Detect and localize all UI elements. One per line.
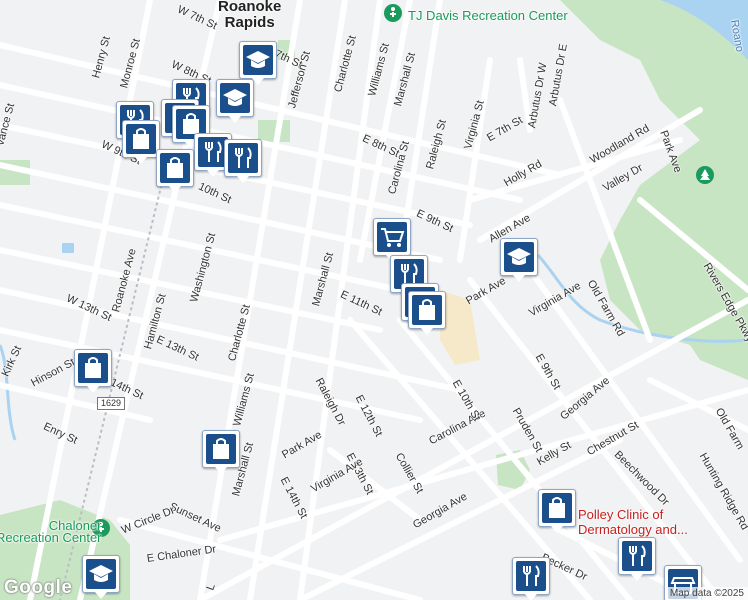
map-attribution[interactable]: Map data ©2025 [665, 587, 748, 600]
fork-knife-icon[interactable] [618, 537, 656, 581]
fork-knife-icon[interactable] [224, 139, 262, 183]
graduation-cap-icon[interactable] [216, 79, 254, 123]
tj-davis-label[interactable]: TJ Davis Recreation Center [408, 9, 568, 22]
shopping-cart-icon[interactable] [373, 218, 411, 262]
polley-label-line-1: Polley Clinic of [578, 507, 664, 522]
shopping-bag-icon[interactable] [74, 349, 112, 393]
city-label-line-2: Rapids [224, 14, 275, 31]
graduation-cap-icon[interactable] [500, 238, 538, 282]
route-shield: 1629 [97, 397, 126, 410]
polley-label-line-2: Dermatology and... [578, 522, 688, 537]
shopping-bag-icon[interactable] [156, 149, 194, 193]
fork-knife-icon[interactable] [512, 557, 550, 600]
park-icon[interactable] [696, 166, 714, 184]
map-canvas[interactable]: Roanoke Rapids TJ Davis Recreation Cente… [0, 0, 748, 600]
graduation-cap-icon[interactable] [82, 555, 120, 599]
shopping-bag-icon[interactable] [538, 489, 576, 533]
shopping-bag-icon[interactable] [408, 291, 446, 335]
shopping-bag-icon[interactable] [202, 430, 240, 474]
chaloner-label[interactable]: Chaloner Recreation Center [0, 519, 102, 544]
city-label: Roanoke Rapids [218, 0, 281, 31]
polley-clinic-label[interactable]: Polley Clinic of Dermatology and... [578, 507, 688, 537]
chaloner-label-line-2: Recreation Center [0, 530, 102, 545]
recreation-center-icon[interactable] [384, 4, 402, 22]
shopping-bag-icon[interactable] [122, 120, 160, 164]
graduation-cap-icon[interactable] [239, 41, 277, 85]
city-label-line-1: Roanoke [218, 0, 282, 15]
google-logo[interactable]: Google [4, 577, 72, 599]
